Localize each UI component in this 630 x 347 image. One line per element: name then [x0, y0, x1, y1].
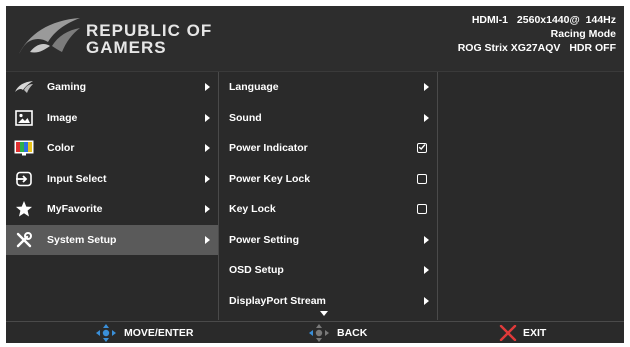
arrow-right-icon — [424, 83, 429, 92]
star-icon — [14, 200, 34, 218]
rog-eye-icon — [14, 78, 34, 96]
joystick-left-icon — [307, 323, 331, 342]
image-icon — [14, 109, 34, 127]
move-enter-button[interactable]: MOVE/ENTER — [94, 322, 193, 343]
brand-text: REPUBLIC OF GAMERS — [86, 22, 212, 56]
sub-menu-label: Language — [229, 81, 279, 94]
arrow-right-icon — [205, 144, 210, 153]
sub-menu-label: Key Lock — [229, 203, 276, 216]
status-model: ROG Strix XG27AQV — [457, 42, 561, 54]
brand-line-1: REPUBLIC OF — [86, 21, 213, 40]
checkbox-unchecked[interactable] — [417, 204, 427, 215]
sub-menu-label: Power Key Lock — [229, 172, 311, 185]
main-menu-label: Gaming — [47, 81, 87, 94]
arrow-right-icon — [205, 205, 210, 214]
main-menu-item-image[interactable]: Image — [6, 103, 218, 134]
sub-menu-item-power-setting[interactable]: Power Setting — [219, 225, 437, 256]
sub-menu-label: Power Setting — [229, 233, 300, 246]
scroll-down-icon[interactable] — [320, 311, 328, 316]
arrow-right-icon — [205, 113, 210, 122]
main-menu-label: Color — [47, 142, 75, 155]
arrow-right-icon — [205, 83, 210, 92]
main-menu-item-gaming[interactable]: Gaming — [6, 72, 218, 103]
main-menu-label: MyFavorite — [47, 203, 103, 216]
main-menu-item-color[interactable]: Color — [6, 133, 218, 164]
sub-menu-item-language[interactable]: Language — [219, 72, 437, 103]
sub-menu: Language Sound Power Indicator Power Key… — [219, 72, 438, 320]
sub-menu-label: OSD Setup — [229, 264, 284, 277]
main-menu-item-system-setup[interactable]: System Setup — [6, 224, 218, 255]
sub-menu-label: DisplayPort Stream — [229, 294, 326, 307]
status-hdr: HDR OFF — [569, 42, 616, 54]
sub-menu-item-power-indicator[interactable]: Power Indicator — [219, 133, 437, 164]
sub-menu-item-sound[interactable]: Sound — [219, 103, 437, 134]
main-menu-label: Image — [47, 111, 78, 124]
sub-menu-item-osd-setup[interactable]: OSD Setup — [219, 255, 437, 286]
checkbox-checked[interactable] — [417, 143, 427, 154]
main-menu-label: System Setup — [47, 233, 117, 246]
status-refresh: 144Hz — [585, 14, 616, 26]
detail-panel — [438, 72, 624, 320]
main-menu-item-myfavorite[interactable]: MyFavorite — [6, 194, 218, 225]
footer-bar: MOVE/ENTER BACK EXIT — [6, 321, 624, 343]
rog-logo-icon — [18, 18, 80, 56]
status-input: HDMI-1 — [471, 14, 508, 26]
exit-label: EXIT — [523, 326, 547, 339]
sub-menu-item-key-lock[interactable]: Key Lock — [219, 194, 437, 225]
status-panel: HDMI-1 2560x1440@ 144Hz Racing Mode ROG … — [452, 13, 616, 55]
main-menu-label: Input Select — [47, 172, 107, 185]
brand-line-2: GAMERS — [86, 38, 167, 57]
joystick-icon — [94, 323, 118, 342]
input-icon — [14, 170, 34, 188]
exit-button[interactable]: EXIT — [499, 322, 546, 343]
checkbox-unchecked[interactable] — [417, 173, 427, 184]
osd-window: REPUBLIC OF GAMERS HDMI-1 2560x1440@ 144… — [6, 6, 624, 343]
arrow-right-icon — [424, 113, 429, 122]
sub-menu-label: Sound — [229, 111, 262, 124]
close-icon — [499, 324, 517, 341]
arrow-right-icon — [205, 235, 210, 244]
main-menu: Gaming Image Color Input Select MyFavori… — [6, 72, 219, 320]
back-label: BACK — [337, 326, 368, 339]
back-button[interactable]: BACK — [307, 322, 367, 343]
arrow-right-icon — [424, 296, 429, 305]
move-enter-label: MOVE/ENTER — [124, 326, 194, 339]
arrow-right-icon — [424, 235, 429, 244]
osd-header: REPUBLIC OF GAMERS HDMI-1 2560x1440@ 144… — [6, 6, 624, 72]
sub-menu-item-displayport-stream[interactable]: DisplayPort Stream — [219, 286, 437, 317]
arrow-right-icon — [205, 174, 210, 183]
arrow-right-icon — [424, 266, 429, 275]
status-mode: Racing Mode — [550, 28, 616, 40]
main-menu-item-input-select[interactable]: Input Select — [6, 164, 218, 195]
sub-menu-label: Power Indicator — [229, 142, 308, 155]
wrench-icon — [14, 231, 34, 249]
sub-menu-item-power-key-lock[interactable]: Power Key Lock — [219, 164, 437, 195]
status-resolution: 2560x1440@ — [516, 14, 580, 26]
color-bars-icon — [14, 139, 34, 157]
